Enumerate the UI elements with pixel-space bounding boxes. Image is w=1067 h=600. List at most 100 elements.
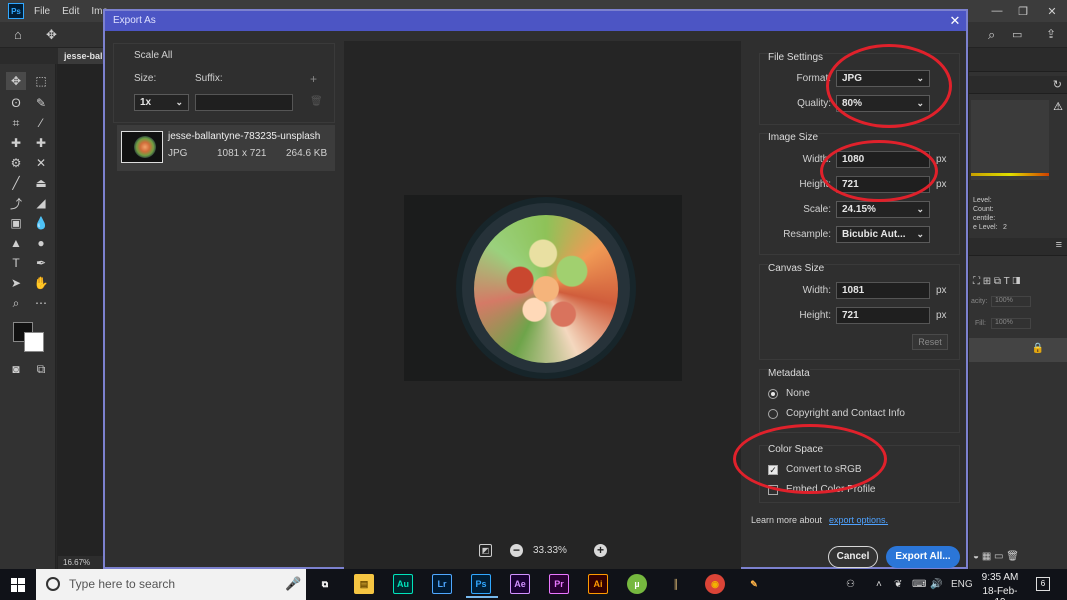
clock-time[interactable]: 9:35 AM bbox=[980, 572, 1020, 583]
home-icon[interactable]: ⌂ bbox=[14, 27, 22, 42]
menu-edit[interactable]: Edit bbox=[62, 6, 79, 17]
export-all-button[interactable]: Export All... bbox=[886, 546, 960, 568]
metadata-copyright-label[interactable]: Copyright and Contact Info bbox=[786, 408, 905, 419]
search-icon[interactable]: ⌕ bbox=[988, 27, 995, 43]
suffix-input[interactable] bbox=[195, 94, 293, 111]
file-explorer-icon[interactable]: ▤ bbox=[354, 574, 374, 594]
tray-app-icon[interactable]: ❦ bbox=[894, 569, 902, 600]
reset-button[interactable]: Reset bbox=[912, 334, 948, 350]
minimize-icon[interactable]: — bbox=[983, 0, 1011, 22]
layer-actions-icons[interactable]: ◒ ▦ ▭ 🗑 bbox=[973, 551, 1019, 562]
export-options-link[interactable]: export options. bbox=[829, 515, 888, 525]
add-scale-icon[interactable]: + bbox=[310, 72, 317, 86]
patch-tool-icon[interactable]: ✚ bbox=[31, 134, 51, 152]
eraser-tool-icon[interactable]: ◢ bbox=[31, 194, 51, 212]
zoom-in-icon[interactable]: + bbox=[594, 544, 607, 557]
resample-select[interactable]: Bicubic Aut... ⌄ bbox=[836, 226, 930, 243]
tray-expand-icon[interactable]: ˄ bbox=[876, 569, 882, 600]
refresh-icon[interactable]: ↻ bbox=[1053, 78, 1062, 91]
windows-start-icon[interactable] bbox=[0, 569, 36, 600]
lightroom-icon[interactable]: Lr bbox=[432, 574, 452, 594]
healing-tool-icon[interactable]: ✚ bbox=[6, 134, 26, 152]
share-icon[interactable]: ⇪ bbox=[1046, 27, 1056, 41]
microphone-icon[interactable]: 🎤 bbox=[285, 576, 301, 592]
chrome-icon[interactable]: ◉ bbox=[705, 574, 725, 594]
metadata-none-label[interactable]: None bbox=[786, 388, 810, 399]
utorrent-icon[interactable]: µ bbox=[627, 574, 647, 594]
stamp-tool-icon[interactable]: ⏏ bbox=[31, 174, 51, 192]
background-color-swatch[interactable] bbox=[24, 332, 44, 352]
layer-filter-icons[interactable]: ⛶ ⊞ ⧉ T ◨ bbox=[973, 276, 1020, 287]
paint-icon[interactable]: ✎ bbox=[744, 574, 764, 594]
metadata-none-radio[interactable] bbox=[768, 389, 778, 399]
more-tools-icon[interactable]: ⋯ bbox=[31, 294, 51, 312]
eyedropper-tool-icon[interactable]: ⁄ bbox=[31, 114, 51, 132]
workspace-icon[interactable]: ▭ bbox=[1012, 28, 1022, 41]
premiere-icon[interactable]: Pr bbox=[549, 574, 569, 594]
document-zoom-level[interactable]: 16.67% bbox=[58, 556, 104, 569]
scale-select[interactable]: 24.15% ⌄ bbox=[836, 201, 930, 218]
metadata-copyright-radio[interactable] bbox=[768, 409, 778, 419]
fill-field[interactable]: 100% bbox=[991, 318, 1031, 329]
network-icon[interactable]: ⌨ bbox=[912, 569, 926, 600]
delete-scale-icon[interactable]: 🗑 bbox=[310, 96, 323, 107]
menu-file[interactable]: File bbox=[34, 6, 50, 17]
panel-menu-icon[interactable]: ≡ bbox=[1056, 239, 1062, 251]
close-icon[interactable]: ✕ bbox=[944, 11, 966, 31]
lasso-tool-icon[interactable]: ʘ bbox=[6, 94, 26, 112]
image-height-unit: px bbox=[936, 179, 947, 190]
layer-row[interactable]: 🔒 bbox=[969, 338, 1067, 362]
screen-mode-icon[interactable]: ⧉ bbox=[31, 360, 51, 378]
clock-date[interactable]: 18-Feb-19 bbox=[978, 586, 1022, 600]
task-view-icon[interactable]: ⧉ bbox=[315, 574, 335, 594]
content-aware-tool-icon[interactable]: ⚙ bbox=[6, 154, 26, 172]
people-icon[interactable]: ⚇ bbox=[846, 569, 855, 600]
notification-icon[interactable]: 6 bbox=[1036, 577, 1050, 591]
move-icon[interactable]: ✥ bbox=[46, 27, 57, 43]
sharpen-tool-icon[interactable]: ▲ bbox=[6, 234, 26, 252]
taskbar-search-input[interactable]: Type here to search bbox=[36, 569, 306, 600]
library-icon[interactable]: ║ bbox=[666, 574, 686, 594]
after-effects-icon[interactable]: Ae bbox=[510, 574, 530, 594]
blur-tool-icon[interactable]: 💧 bbox=[31, 214, 51, 232]
move-tool-icon[interactable]: ✥ bbox=[6, 72, 26, 90]
embed-profile-label[interactable]: Embed Color Profile bbox=[786, 484, 875, 495]
asset-list-item[interactable]: jesse-ballantyne-783235-unsplash JPG 108… bbox=[117, 125, 335, 171]
image-width-input[interactable]: 1080 bbox=[836, 151, 930, 168]
window-close-icon[interactable]: ✕ bbox=[1038, 0, 1066, 22]
volume-icon[interactable]: 🔊 bbox=[930, 569, 942, 600]
embed-profile-checkbox[interactable] bbox=[768, 485, 778, 495]
audition-icon[interactable]: Au bbox=[393, 574, 413, 594]
brush-tool-icon[interactable]: ╱ bbox=[6, 174, 26, 192]
language-indicator[interactable]: ENG bbox=[951, 569, 973, 600]
convert-srgb-label[interactable]: Convert to sRGB bbox=[786, 464, 862, 475]
hand-tool-icon[interactable]: ✋ bbox=[31, 274, 51, 292]
type-tool-icon[interactable]: T bbox=[6, 254, 26, 272]
document-tab[interactable]: jesse-bal bbox=[58, 48, 109, 64]
zoom-out-icon[interactable]: − bbox=[510, 544, 523, 557]
history-brush-icon[interactable]: ⤴ bbox=[6, 194, 26, 212]
photoshop-icon[interactable]: Ps bbox=[466, 574, 498, 598]
gradient-tool-icon[interactable]: ▣ bbox=[6, 214, 26, 232]
canvas-width-input[interactable]: 1081 bbox=[836, 282, 930, 299]
format-select[interactable]: JPG ⌄ bbox=[836, 70, 930, 87]
scale-size-select[interactable]: 1x ⌄ bbox=[134, 94, 189, 111]
path-select-tool-icon[interactable]: ➤ bbox=[6, 274, 26, 292]
restore-icon[interactable]: ❐ bbox=[1009, 0, 1037, 22]
cancel-button[interactable]: Cancel bbox=[828, 546, 878, 568]
quick-mask-icon[interactable]: ◙ bbox=[6, 360, 26, 378]
opacity-field[interactable]: 100% bbox=[991, 296, 1031, 307]
illustrator-icon[interactable]: Ai bbox=[588, 574, 608, 594]
crop-tool-icon[interactable]: ⌗ bbox=[6, 114, 26, 132]
red-eye-tool-icon[interactable]: ✕ bbox=[31, 154, 51, 172]
toggle-background-icon[interactable]: ◩ bbox=[479, 544, 492, 557]
image-height-input[interactable]: 721 bbox=[836, 176, 930, 193]
convert-srgb-checkbox[interactable]: ✓ bbox=[768, 465, 778, 475]
marquee-tool-icon[interactable]: ⬚ bbox=[31, 72, 51, 90]
quick-select-tool-icon[interactable]: ✎ bbox=[31, 94, 51, 112]
pen-tool-icon[interactable]: ✒ bbox=[31, 254, 51, 272]
quality-select[interactable]: 80% ⌄ bbox=[836, 95, 930, 112]
canvas-height-input[interactable]: 721 bbox=[836, 307, 930, 324]
dodge-tool-icon[interactable]: ● bbox=[31, 234, 51, 252]
zoom-tool-icon[interactable]: ⌕ bbox=[6, 294, 26, 312]
